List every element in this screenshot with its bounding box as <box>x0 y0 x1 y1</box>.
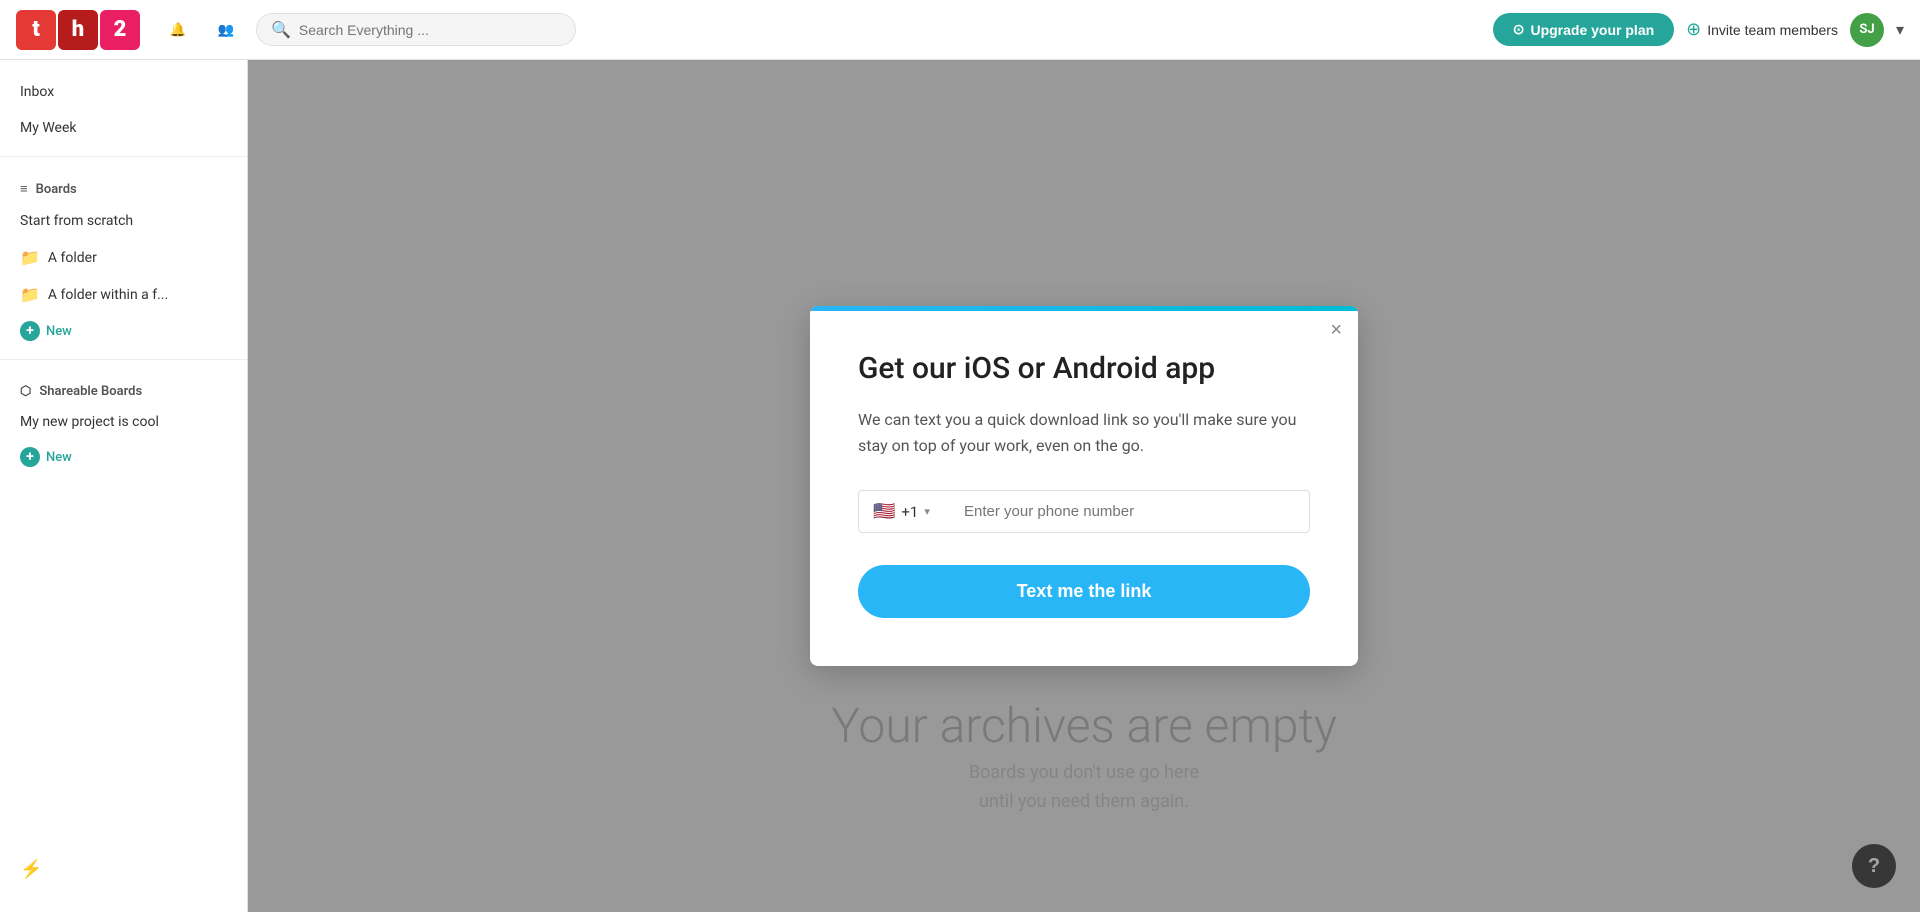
plus-icon: ⊕ <box>1686 19 1701 40</box>
main-content: Your archives are empty Boards you don't… <box>248 60 1920 912</box>
logo-block-1: t <box>16 10 56 50</box>
app-layout: Inbox My Week ≡ Boards Start from scratc… <box>0 60 1920 912</box>
country-caret-icon: ▾ <box>924 505 930 518</box>
modal-overlay[interactable]: × Get our iOS or Android app We can text… <box>248 60 1920 912</box>
upgrade-icon: ⊙ <box>1513 21 1525 38</box>
sidebar-item-my-week[interactable]: My Week <box>0 112 247 144</box>
share-icon: ⬡ <box>20 384 31 399</box>
folder-icon-2: 📁 <box>20 285 40 304</box>
phone-input-row: 🇺🇸 +1 ▾ <box>858 490 1310 533</box>
invite-button[interactable]: ⊕ Invite team members <box>1686 19 1838 40</box>
lightning-icon[interactable]: ⚡ <box>20 859 42 880</box>
text-link-button[interactable]: Text me the link <box>858 565 1310 618</box>
new-board-button-1[interactable]: + New <box>0 315 247 347</box>
app-header: t h 2 🔔 👥 🔍 ⊙ Upgrade your plan ⊕ Invite… <box>0 0 1920 60</box>
sidebar-item-folder1[interactable]: 📁 A folder <box>0 241 247 274</box>
sidebar: Inbox My Week ≡ Boards Start from scratc… <box>0 60 248 912</box>
search-input[interactable] <box>299 22 561 38</box>
search-icon: 🔍 <box>271 20 291 39</box>
notifications-button[interactable]: 🔔 <box>160 12 196 48</box>
sidebar-boards-section: ≡ Boards <box>0 169 247 201</box>
avatar[interactable]: SJ <box>1850 13 1884 47</box>
plus-circle-1: + <box>20 321 40 341</box>
logo-block-2: h <box>58 10 98 50</box>
search-bar[interactable]: 🔍 <box>256 13 576 46</box>
logo-block-3: 2 <box>100 10 140 50</box>
bell-icon: 🔔 <box>170 22 187 38</box>
avatar-caret[interactable]: ▾ <box>1896 20 1904 39</box>
folder-icon-1: 📁 <box>20 248 40 267</box>
sidebar-item-inbox[interactable]: Inbox <box>0 76 247 108</box>
sidebar-divider-2 <box>0 359 247 360</box>
boards-icon: ≡ <box>20 181 28 197</box>
us-flag: 🇺🇸 <box>873 501 895 522</box>
mobile-app-modal: × Get our iOS or Android app We can text… <box>810 306 1358 666</box>
sidebar-item-project[interactable]: My new project is cool <box>0 407 247 437</box>
people-button[interactable]: 👥 <box>208 12 244 48</box>
app-logo: t h 2 <box>16 10 140 50</box>
country-selector[interactable]: 🇺🇸 +1 ▾ <box>858 490 948 533</box>
phone-number-input[interactable] <box>948 490 1310 533</box>
upgrade-button[interactable]: ⊙ Upgrade your plan <box>1493 13 1674 46</box>
modal-title: Get our iOS or Android app <box>858 351 1310 387</box>
sidebar-item-folder2[interactable]: 📁 A folder within a f... <box>0 278 247 311</box>
modal-close-button[interactable]: × <box>1330 320 1342 340</box>
sidebar-shareable-section: ⬡ Shareable Boards <box>0 372 247 403</box>
sidebar-item-start-scratch[interactable]: Start from scratch <box>0 205 247 237</box>
country-code: +1 <box>901 503 918 521</box>
people-icon: 👥 <box>218 22 235 38</box>
new-board-button-2[interactable]: + New <box>0 441 247 473</box>
sidebar-divider-1 <box>0 156 247 157</box>
modal-description: We can text you a quick download link so… <box>858 407 1310 458</box>
modal-body: Get our iOS or Android app We can text y… <box>810 311 1358 666</box>
plus-circle-2: + <box>20 447 40 467</box>
sidebar-bottom: ⚡ <box>0 843 247 896</box>
